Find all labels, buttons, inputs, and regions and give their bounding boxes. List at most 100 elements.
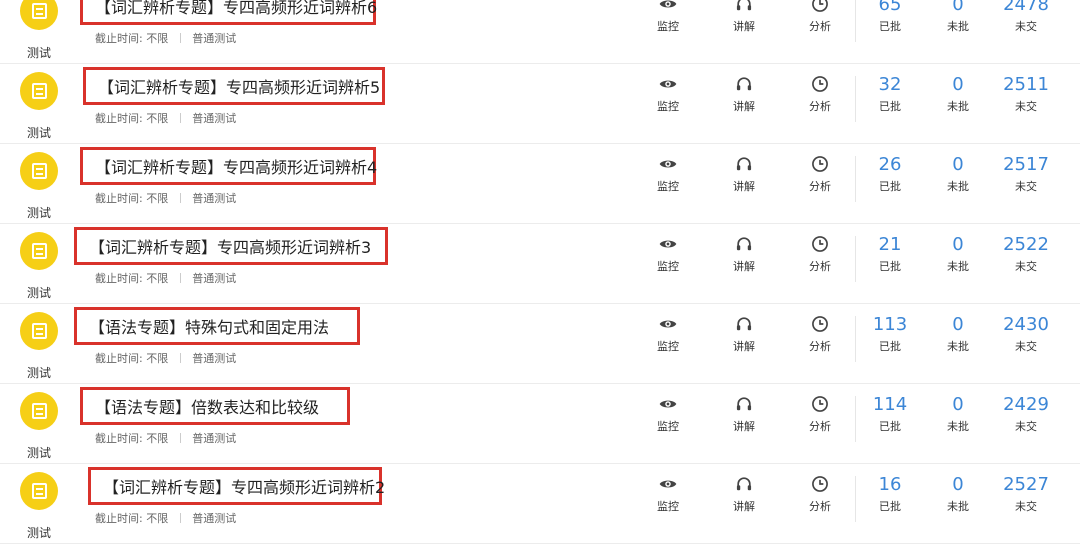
task-title[interactable]: 【词汇辨析专题】专四高频形近词辨析6: [95, 0, 377, 18]
explain-button[interactable]: 讲解: [714, 0, 774, 34]
unreviewed-count[interactable]: 0: [952, 314, 963, 336]
unsubmitted-count[interactable]: 2430: [1003, 314, 1049, 336]
explain-button[interactable]: 讲解: [714, 234, 774, 274]
task-title-highlight[interactable]: 【词汇辨析专题】专四高频形近词辨析6: [80, 0, 377, 25]
unreviewed-count[interactable]: 0: [952, 234, 963, 256]
reviewed-stat[interactable]: 114 已批: [855, 394, 925, 434]
unsubmitted-stat[interactable]: 2429 未交: [991, 394, 1061, 434]
unsubmitted-count[interactable]: 2517: [1003, 154, 1049, 176]
analyze-button[interactable]: 分析: [790, 234, 850, 274]
task-row[interactable]: 测试 【词汇辨析专题】专四高频形近词辨析4 截止时间: 不限 普通测试 监控 讲: [0, 144, 1080, 224]
task-row[interactable]: 测试 【词汇辨析专题】专四高频形近词辨析6 截止时间: 不限 普通测试 监控 讲: [0, 0, 1080, 64]
unreviewed-stat[interactable]: 0 未批: [923, 474, 993, 514]
document-icon[interactable]: [20, 152, 58, 190]
unsubmitted-count[interactable]: 2429: [1003, 394, 1049, 416]
unsubmitted-stat[interactable]: 2527 未交: [991, 474, 1061, 514]
explain-button[interactable]: 讲解: [714, 154, 774, 194]
reviewed-count[interactable]: 21: [879, 234, 902, 256]
document-icon[interactable]: [20, 472, 58, 510]
unreviewed-stat[interactable]: 0 未批: [923, 234, 993, 274]
document-icon[interactable]: [20, 72, 58, 110]
document-icon[interactable]: [20, 232, 58, 270]
unsubmitted-count[interactable]: 2527: [1003, 474, 1049, 496]
monitor-button[interactable]: 监控: [638, 474, 698, 514]
unsubmitted-count[interactable]: 2522: [1003, 234, 1049, 256]
unreviewed-count[interactable]: 0: [952, 0, 963, 16]
reviewed-stat[interactable]: 32 已批: [855, 74, 925, 114]
deadline-label: 截止时间:: [95, 272, 143, 285]
unsubmitted-stat[interactable]: 2522 未交: [991, 234, 1061, 274]
task-row[interactable]: 测试 【词汇辨析专题】专四高频形近词辨析2 截止时间: 不限 普通测试 监控 讲: [0, 464, 1080, 544]
reviewed-stat[interactable]: 65 已批: [855, 0, 925, 34]
explain-button[interactable]: 讲解: [714, 74, 774, 114]
unreviewed-stat[interactable]: 0 未批: [923, 74, 993, 114]
explain-button[interactable]: 讲解: [714, 394, 774, 434]
document-icon[interactable]: [20, 312, 58, 350]
unsubmitted-stat[interactable]: 2517 未交: [991, 154, 1061, 194]
task-title-highlight[interactable]: 【词汇辨析专题】专四高频形近词辨析2: [88, 467, 385, 505]
task-meta: 截止时间: 不限 普通测试: [95, 110, 236, 126]
analyze-button[interactable]: 分析: [790, 314, 850, 354]
unreviewed-count[interactable]: 0: [952, 154, 963, 176]
monitor-button[interactable]: 监控: [638, 74, 698, 114]
monitor-button[interactable]: 监控: [638, 234, 698, 274]
task-row[interactable]: 测试 【语法专题】特殊句式和固定用法 截止时间: 不限 普通测试 监控 讲解 分…: [0, 304, 1080, 384]
reviewed-label: 已批: [879, 180, 901, 193]
document-icon[interactable]: [20, 392, 58, 430]
reviewed-count[interactable]: 114: [873, 394, 907, 416]
reviewed-label: 已批: [879, 500, 901, 513]
monitor-button[interactable]: 监控: [638, 0, 698, 34]
reviewed-count[interactable]: 113: [873, 314, 907, 336]
unreviewed-stat[interactable]: 0 未批: [923, 0, 993, 34]
task-row[interactable]: 测试 【词汇辨析专题】专四高频形近词辨析5 截止时间: 不限 普通测试 监控 讲: [0, 64, 1080, 144]
deadline-label: 截止时间:: [95, 432, 143, 445]
task-row[interactable]: 测试 【词汇辨析专题】专四高频形近词辨析3 截止时间: 不限 普通测试 监控 讲: [0, 224, 1080, 304]
unreviewed-stat[interactable]: 0 未批: [923, 154, 993, 194]
task-title-highlight[interactable]: 【语法专题】特殊句式和固定用法: [74, 307, 360, 345]
unsubmitted-stat[interactable]: 2430 未交: [991, 314, 1061, 354]
monitor-button[interactable]: 监控: [638, 394, 698, 434]
unreviewed-stat[interactable]: 0 未批: [923, 394, 993, 434]
reviewed-count[interactable]: 16: [879, 474, 902, 496]
unreviewed-count[interactable]: 0: [952, 394, 963, 416]
task-title-highlight[interactable]: 【词汇辨析专题】专四高频形近词辨析3: [74, 227, 388, 265]
unsubmitted-count[interactable]: 2511: [1003, 74, 1049, 96]
unreviewed-stat[interactable]: 0 未批: [923, 314, 993, 354]
task-title-highlight[interactable]: 【词汇辨析专题】专四高频形近词辨析5: [83, 67, 385, 105]
task-title-highlight[interactable]: 【语法专题】倍数表达和比较级: [80, 387, 350, 425]
task-title[interactable]: 【词汇辨析专题】专四高频形近词辨析3: [89, 234, 371, 258]
headphones-icon: [736, 0, 752, 11]
unreviewed-count[interactable]: 0: [952, 474, 963, 496]
unreviewed-label: 未批: [947, 340, 969, 353]
analyze-button[interactable]: 分析: [790, 394, 850, 434]
reviewed-count[interactable]: 26: [879, 154, 902, 176]
explain-button[interactable]: 讲解: [714, 474, 774, 514]
unsubmitted-count[interactable]: 2478: [1003, 0, 1049, 16]
reviewed-stat[interactable]: 21 已批: [855, 234, 925, 274]
analyze-button[interactable]: 分析: [790, 474, 850, 514]
monitor-button[interactable]: 监控: [638, 314, 698, 354]
task-title[interactable]: 【词汇辨析专题】专四高频形近词辨析5: [98, 74, 380, 98]
reviewed-count[interactable]: 32: [879, 74, 902, 96]
analyze-button[interactable]: 分析: [790, 0, 850, 34]
task-title[interactable]: 【语法专题】倍数表达和比较级: [95, 394, 319, 418]
monitor-button[interactable]: 监控: [638, 154, 698, 194]
unsubmitted-stat[interactable]: 2478 未交: [991, 0, 1061, 34]
reviewed-stat[interactable]: 113 已批: [855, 314, 925, 354]
unreviewed-count[interactable]: 0: [952, 74, 963, 96]
explain-button[interactable]: 讲解: [714, 314, 774, 354]
task-title[interactable]: 【语法专题】特殊句式和固定用法: [89, 314, 329, 338]
headphones-icon: [736, 157, 752, 171]
task-title[interactable]: 【词汇辨析专题】专四高频形近词辨析4: [95, 154, 377, 178]
clock-icon: [812, 76, 828, 92]
unsubmitted-stat[interactable]: 2511 未交: [991, 74, 1061, 114]
reviewed-count[interactable]: 65: [879, 0, 902, 16]
task-row[interactable]: 测试 【语法专题】倍数表达和比较级 截止时间: 不限 普通测试 监控 讲解 分析…: [0, 384, 1080, 464]
task-title-highlight[interactable]: 【词汇辨析专题】专四高频形近词辨析4: [80, 147, 377, 185]
analyze-button[interactable]: 分析: [790, 154, 850, 194]
analyze-button[interactable]: 分析: [790, 74, 850, 114]
reviewed-stat[interactable]: 26 已批: [855, 154, 925, 194]
task-title[interactable]: 【词汇辨析专题】专四高频形近词辨析2: [103, 474, 385, 498]
document-icon[interactable]: [20, 0, 58, 30]
reviewed-stat[interactable]: 16 已批: [855, 474, 925, 514]
